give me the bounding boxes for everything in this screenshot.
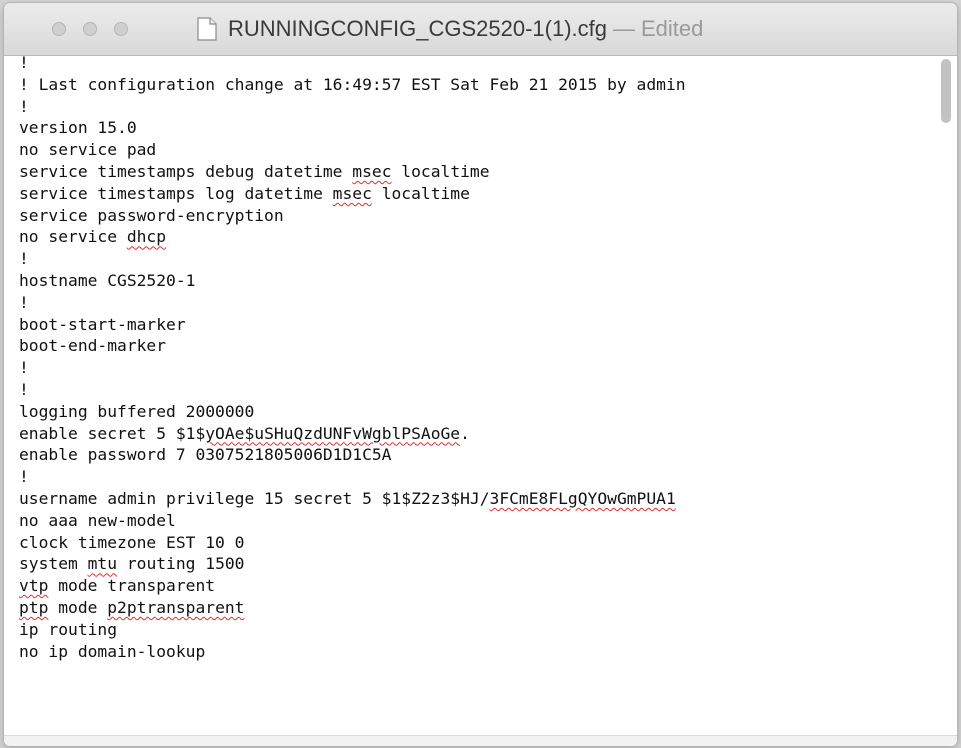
config-line: version 15.0 (19, 118, 137, 138)
textedit-window: RUNNINGCONFIG_CGS2520-1(1).cfg — Edited … (4, 3, 957, 746)
config-line: vtp mode transparent (19, 576, 216, 596)
config-line: ! Last configuration change at 16:49:57 … (19, 74, 686, 94)
close-button-icon[interactable] (52, 22, 66, 36)
title-bar[interactable]: RUNNINGCONFIG_CGS2520-1(1).cfg — Edited (4, 3, 957, 56)
config-line: no service pad (19, 140, 157, 160)
window-filename: RUNNINGCONFIG_CGS2520-1(1).cfg (228, 16, 607, 41)
config-line: enable password 7 0307521805006D1D1C5A (19, 445, 392, 465)
vertical-scrollbar[interactable] (939, 56, 953, 736)
title-separator: — (612, 16, 635, 41)
misspelled-word: ptp (19, 597, 49, 617)
misspelled-word: mtu (87, 554, 118, 574)
config-line: ! (19, 249, 29, 269)
config-line: service password-encryption (19, 205, 284, 225)
config-line: ! (19, 379, 29, 399)
config-line: ! (19, 467, 29, 487)
config-line: service timestamps debug datetime msec l… (19, 161, 490, 181)
config-line: ! (19, 53, 29, 72)
misspelled-word: yOAe$uSHuQzdUNFvWgblPSAoGe (205, 423, 461, 443)
config-line: no aaa new-model (19, 510, 176, 530)
document-icon (197, 17, 217, 41)
config-line: hostname CGS2520-1 (19, 270, 196, 290)
zoom-button-icon[interactable] (114, 22, 128, 36)
config-line: boot-end-marker (19, 336, 167, 356)
misspelled-word: msec (332, 183, 372, 203)
misspelled-word: dhcp (126, 227, 167, 247)
document-text-area[interactable]: !! Last configuration change at 16:49:57… (19, 52, 927, 736)
misspelled-word: 3FCmE8FLgQYOwGmPUA1 (489, 488, 676, 508)
config-line: enable secret 5 $1$yOAe$uSHuQzdUNFvWgblP… (19, 423, 470, 443)
minimize-button-icon[interactable] (83, 22, 97, 36)
config-line: no service dhcp (19, 227, 167, 247)
scrollbar-thumb[interactable] (941, 59, 951, 123)
config-line: system mtu routing 1500 (19, 554, 245, 574)
document-content: !! Last configuration change at 16:49:57… (4, 53, 957, 746)
config-line: ! (19, 358, 29, 378)
config-line: logging buffered 2000000 (19, 401, 255, 421)
misspelled-word: p2ptransparent (107, 597, 245, 617)
config-line: ip routing (19, 619, 118, 639)
config-line: boot-start-marker (19, 314, 186, 334)
window-bottom-edge (4, 735, 957, 746)
edited-status: Edited (640, 16, 704, 41)
config-line: service timestamps log datetime msec loc… (19, 183, 470, 203)
config-line: no ip domain-lookup (19, 641, 206, 661)
misspelled-word: vtp (19, 576, 49, 596)
misspelled-word: msec (352, 161, 392, 181)
config-line: clock timezone EST 10 0 (19, 532, 245, 552)
config-line: ! (19, 96, 29, 116)
config-line: ptp mode p2ptransparent (19, 597, 245, 617)
config-line: username admin privilege 15 secret 5 $1$… (19, 488, 676, 508)
config-line: ! (19, 292, 29, 312)
window-title: RUNNINGCONFIG_CGS2520-1(1).cfg — Edited (196, 16, 703, 42)
